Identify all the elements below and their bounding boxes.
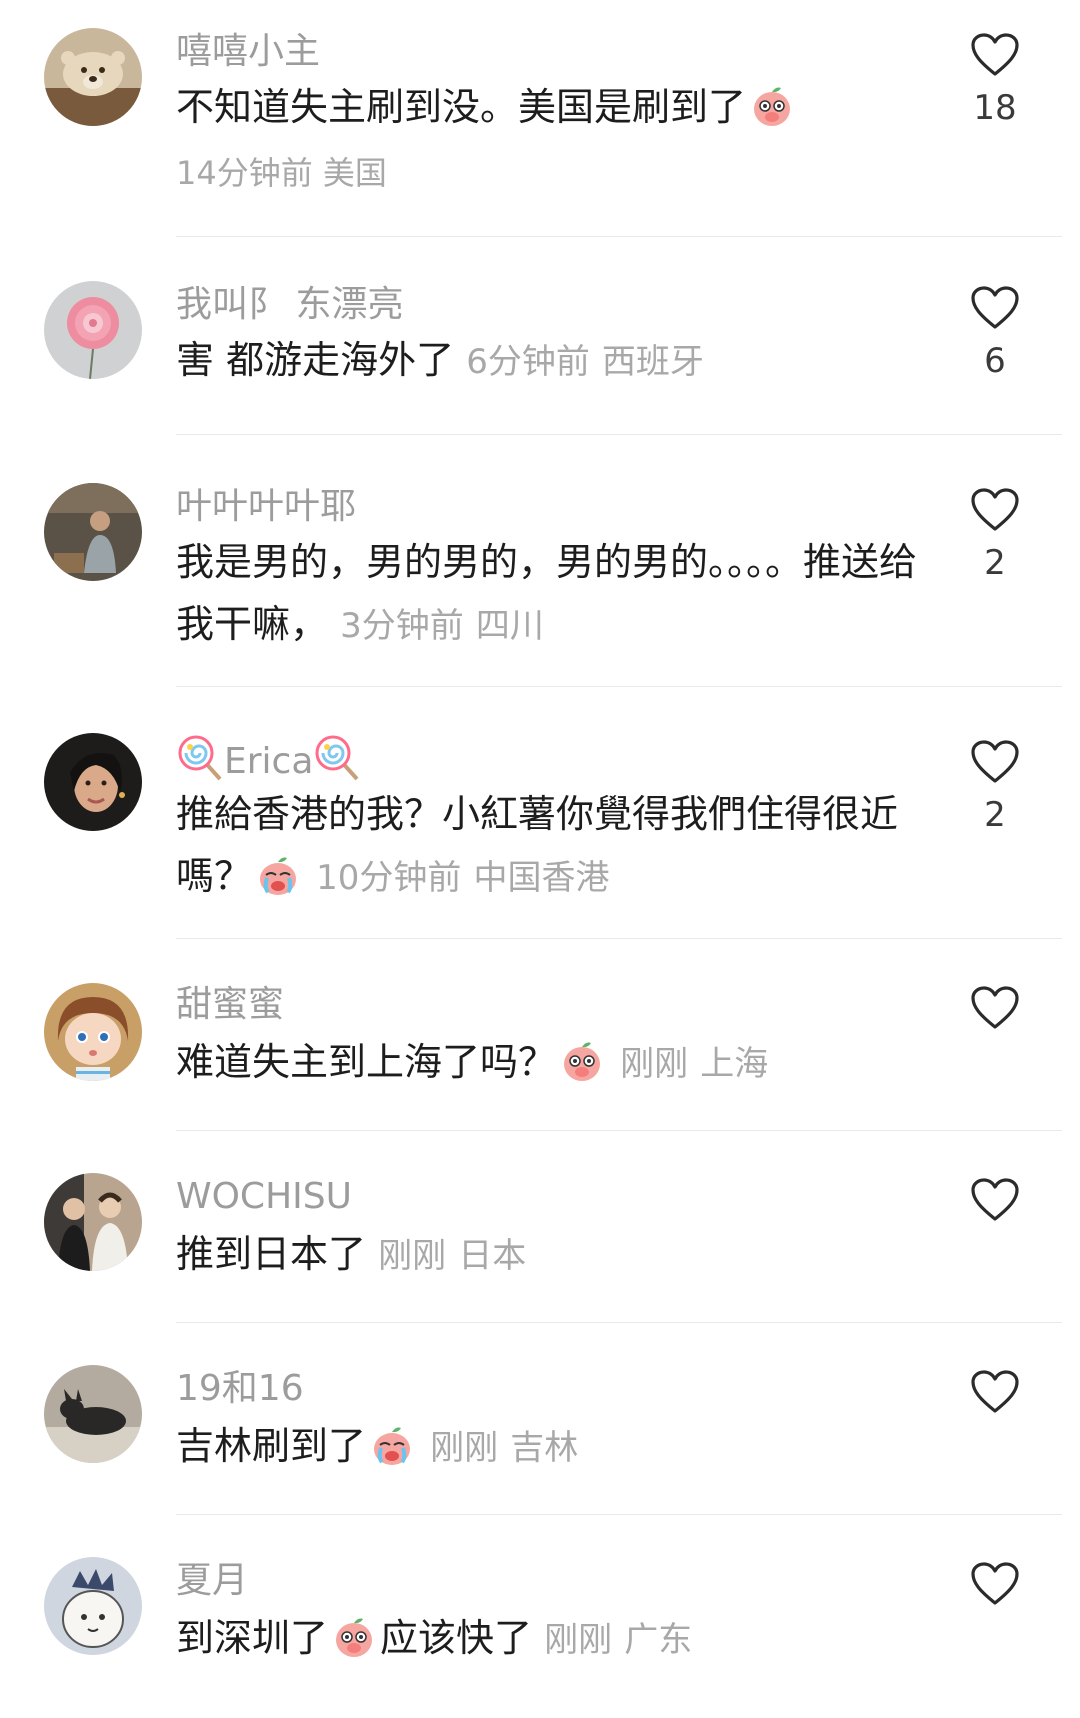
like-button[interactable]: 6 [964, 285, 1026, 381]
comment-text: 推給香港的我？小紅薯你覺得我們住得很近 嗎？ 10分钟前 中国香港 [176, 783, 921, 909]
like-button[interactable] [964, 985, 1026, 1041]
comment-text-content: 我是男的，男的男的，男的男的。。。。推送给我干嘛， [176, 540, 918, 646]
comment-text-line1: 推給香港的我？小紅薯你覺得我們住得很近 [176, 792, 899, 836]
user-avatar[interactable] [44, 1173, 142, 1271]
like-button[interactable]: 2 [964, 487, 1026, 583]
comment-text-line2: 嗎？ [176, 854, 253, 898]
comment-location: 上海 [700, 1044, 769, 1084]
comment-location: 美国 [322, 154, 387, 192]
crying-peach-emoji-icon [254, 851, 302, 899]
comment-text: 害 都游走海外了 6分钟前 西班牙 [176, 329, 921, 393]
comment-location: 西班牙 [601, 342, 704, 382]
comment-text-content: 难道失主到上海了吗？ [176, 1040, 557, 1084]
comment-text: 到深圳了 应该快了 刚刚 广东 [176, 1607, 921, 1671]
like-button[interactable] [964, 1177, 1026, 1233]
comment-item: 甜蜜蜜 难道失主到上海了吗？ 刚刚 上海 [0, 939, 1080, 1129]
comment-time: 刚刚 [378, 1236, 447, 1276]
heart-outline-icon [971, 1370, 1019, 1413]
comment-item: 我叫阝 东漂亮 害 都游走海外了 6分钟前 西班牙 6 [0, 237, 1080, 427]
user-avatar[interactable] [44, 28, 142, 126]
like-count: 2 [984, 795, 1006, 835]
heart-outline-icon [971, 33, 1019, 76]
comment-text: 我是男的，男的男的，男的男的。。。。推送给我干嘛， 3分钟前 四川 [176, 531, 921, 657]
lollipop-emoji-icon [313, 733, 361, 781]
comment-meta: 14分钟前 美国 [176, 148, 387, 194]
like-count: 6 [984, 341, 1006, 381]
comment-time: 10分钟前 [316, 858, 462, 898]
heart-outline-icon [971, 286, 1019, 329]
comment-username[interactable]: 我叫阝 东漂亮 [176, 283, 403, 326]
comment-text: 难道失主到上海了吗？ 刚刚 上海 [176, 1031, 921, 1095]
comment-text: 不知道失主刷到没。美国是刷到了 [176, 76, 921, 138]
heart-outline-icon [971, 986, 1019, 1029]
two-people-avatar-icon [44, 1173, 142, 1271]
shy-peach-emoji-icon [558, 1037, 606, 1085]
comment-location: 吉林 [510, 1428, 579, 1468]
heart-outline-icon [971, 488, 1019, 531]
comment-time: 14分钟前 [176, 154, 313, 192]
comment-text-content: 不知道失主刷到没。美国是刷到了 [176, 85, 747, 129]
comment-time: 刚刚 [544, 1620, 613, 1660]
heart-outline-icon [971, 1562, 1019, 1605]
comment-username[interactable]: 夏月 [176, 1559, 248, 1602]
comment-time: 刚刚 [620, 1044, 689, 1084]
comment-location: 广东 [624, 1620, 693, 1660]
crying-peach-emoji-icon [368, 1421, 416, 1469]
comment-username[interactable]: 甜蜜蜜 [176, 983, 284, 1026]
comment-item: 叶叶叶叶耶 我是男的，男的男的，男的男的。。。。推送给我干嘛， 3分钟前 四川 … [0, 435, 1080, 700]
comment-text-part2: 应该快了 [380, 1616, 533, 1660]
comment-username[interactable]: 嘻嘻小主 [176, 30, 320, 73]
shy-peach-emoji-icon [748, 82, 796, 130]
comment-text-part1: 到深圳了 [176, 1616, 329, 1660]
username-text: Erica [224, 741, 314, 782]
user-avatar[interactable] [44, 983, 142, 1081]
cartoon-girl-avatar-icon [44, 983, 142, 1081]
comment-location: 四川 [475, 606, 544, 646]
comment-username[interactable]: 19和16 [176, 1367, 304, 1410]
comment-item: WOCHISU 推到日本了 刚刚 日本 [0, 1131, 1080, 1321]
comment-time: 刚刚 [430, 1428, 499, 1468]
comment-location: 日本 [458, 1236, 527, 1276]
dog-avatar-icon [44, 1365, 142, 1463]
comment-item: 19和16 吉林刷到了 刚刚 吉林 [0, 1323, 1080, 1513]
bear-avatar-icon [44, 28, 142, 126]
heart-outline-icon [971, 740, 1019, 783]
flower-avatar-icon [44, 281, 142, 379]
user-avatar[interactable] [44, 1557, 142, 1655]
user-avatar[interactable] [44, 281, 142, 379]
comment-time: 6分钟前 [466, 342, 590, 382]
cartoon-character-avatar-icon [44, 1557, 142, 1655]
comment-text: 吉林刷到了 刚刚 吉林 [176, 1415, 921, 1479]
user-avatar[interactable] [44, 1365, 142, 1463]
like-count: 18 [973, 88, 1017, 128]
like-button[interactable] [964, 1561, 1026, 1617]
comment-username[interactable]: WOCHISU [176, 1175, 352, 1218]
comment-text-content: 害 都游走海外了 [176, 338, 455, 382]
comment-item: 嘻嘻小主 不知道失主刷到没。美国是刷到了 14分钟前 美国 18 [0, 0, 1080, 220]
man-sitting-avatar-icon [44, 483, 142, 581]
like-button[interactable] [964, 1369, 1026, 1425]
comment-username[interactable]: Erica [176, 733, 361, 783]
comment-text-content: 吉林刷到了 [176, 1424, 367, 1468]
comment-time: 3分钟前 [340, 606, 464, 646]
user-avatar[interactable] [44, 483, 142, 581]
user-avatar[interactable] [44, 733, 142, 831]
lollipop-emoji-icon [176, 733, 224, 781]
heart-outline-icon [971, 1178, 1019, 1221]
comment-text-content: 推到日本了 [176, 1232, 367, 1276]
comment-location: 中国香港 [473, 858, 610, 898]
woman-avatar-icon [44, 733, 142, 831]
comment-text: 推到日本了 刚刚 日本 [176, 1223, 921, 1287]
like-count: 2 [984, 543, 1006, 583]
shy-peach-emoji-icon [330, 1613, 378, 1661]
like-button[interactable]: 2 [964, 739, 1026, 835]
comment-item: 夏月 到深圳了 应该快了 刚刚 广东 [0, 1515, 1080, 1715]
like-button[interactable]: 18 [964, 32, 1026, 128]
comment-username[interactable]: 叶叶叶叶耶 [176, 485, 356, 528]
comment-item: Erica 推給香港的我？小紅薯你覺得我們住得很近 嗎？ 10分钟前 中国香港 … [0, 687, 1080, 952]
